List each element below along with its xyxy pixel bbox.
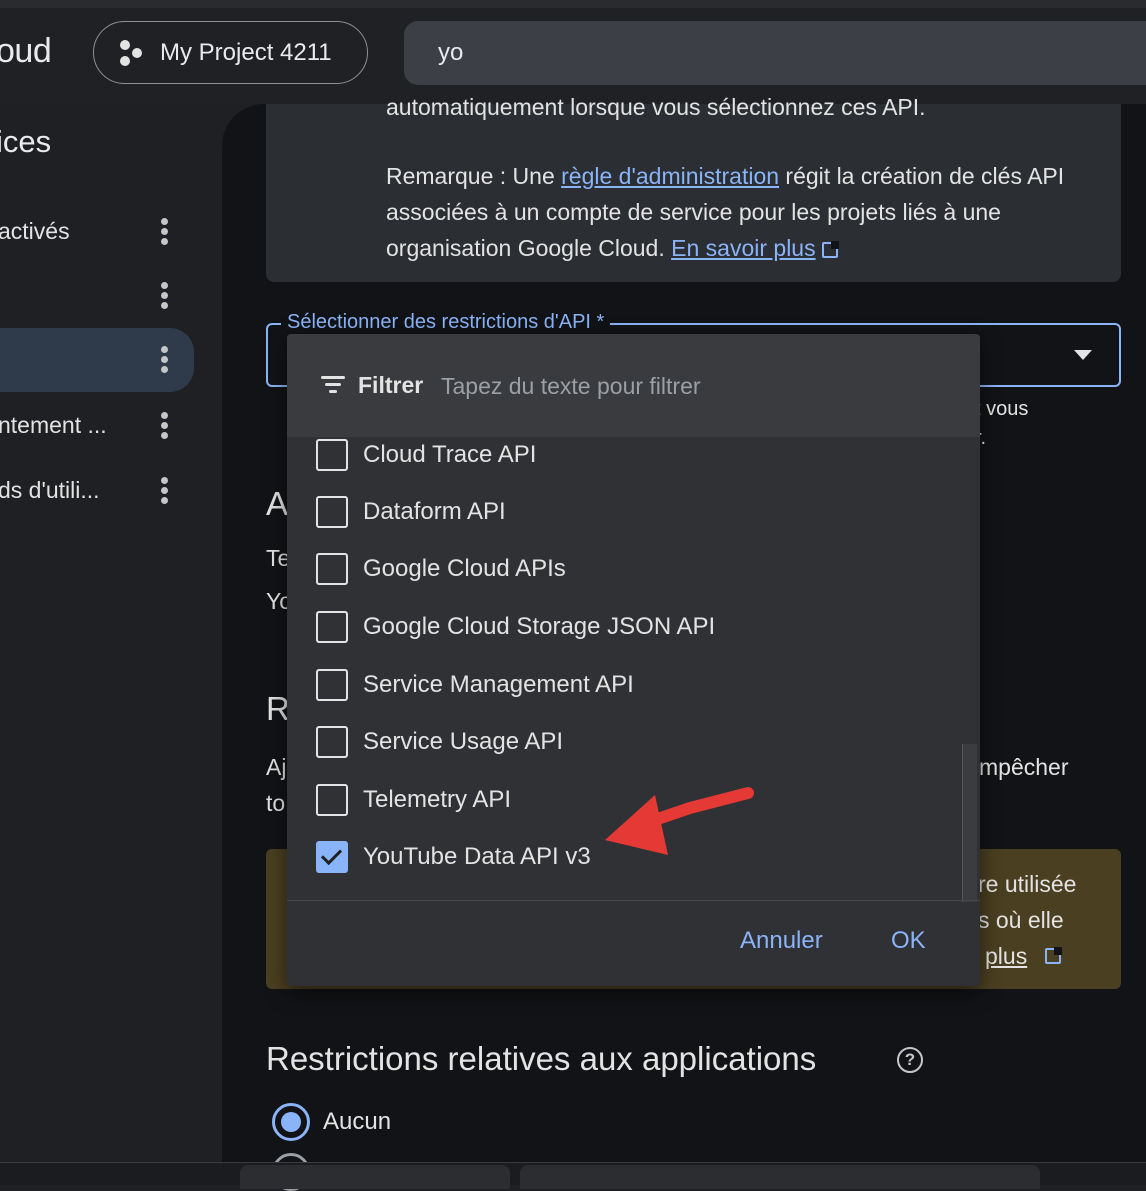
option-label: Google Cloud Storage JSON API <box>363 613 716 640</box>
checkbox[interactable] <box>316 611 348 643</box>
section-heading-partial: A <box>266 485 289 522</box>
checkbox[interactable] <box>316 439 348 471</box>
search-input[interactable]: yo <box>404 21 1146 85</box>
filter-bar[interactable]: Filtrer Tapez du texte pour filtrer <box>287 334 980 437</box>
option-cloud-trace-api[interactable]: Cloud Trace API <box>287 426 980 484</box>
checkbox[interactable] <box>316 496 348 528</box>
help-icon[interactable]: ? <box>897 1047 923 1073</box>
option-label: Google Cloud APIs <box>363 555 566 582</box>
sidebar-item-enabled-apis[interactable]: activés <box>0 200 194 264</box>
external-link-icon <box>821 241 839 258</box>
option-label: Telemetry API <box>363 786 512 813</box>
checkbox-checked[interactable] <box>316 841 348 873</box>
brand-logo-text[interactable]: oud <box>0 32 52 71</box>
sidebar-item-label: ntement ... <box>0 412 107 438</box>
sidebar: ices activés ntement ... ds d'utili... <box>0 104 222 1184</box>
sidebar-item-label: activés <box>0 218 70 244</box>
taskbar-tab[interactable] <box>240 1165 510 1189</box>
api-filter-popup: Filtrer Tapez du texte pour filtrer Clou… <box>287 334 980 986</box>
project-hexagon-icon <box>116 39 144 67</box>
filter-label: Filtrer <box>358 372 424 398</box>
more-vert-icon[interactable] <box>161 280 169 312</box>
option-label: Cloud Trace API <box>363 441 537 468</box>
option-youtube-data-api-v3[interactable]: YouTube Data API v3 <box>287 828 980 886</box>
option-telemetry-api[interactable]: Telemetry API <box>287 771 980 829</box>
warning-text-peek: re utilisée <box>978 871 1077 897</box>
warning-text-peek: s où elle <box>978 907 1064 933</box>
dropdown-arrow-icon[interactable] <box>1074 350 1092 360</box>
option-cloud-storage-json-api[interactable]: Google Cloud Storage JSON API <box>287 598 980 656</box>
sidebar-item-credentials[interactable] <box>0 328 194 392</box>
info-note: Remarque : Une règle d'administration ré… <box>386 158 1096 266</box>
sidebar-item-label: ds d'utili... <box>0 477 100 503</box>
ok-button[interactable]: OK <box>891 927 926 955</box>
learn-more-link[interactable]: En savoir plus <box>671 235 815 261</box>
note-prefix: Remarque : Une <box>386 163 562 189</box>
search-value: yo <box>438 39 464 66</box>
app-restrictions-title: Restrictions relatives aux applications <box>266 1040 817 1077</box>
option-google-cloud-apis[interactable]: Google Cloud APIs <box>287 540 980 598</box>
option-label: Service Management API <box>363 671 634 698</box>
filter-input[interactable]: Tapez du texte pour filtrer <box>441 373 701 400</box>
option-service-management-api[interactable]: Service Management API <box>287 656 980 714</box>
admin-rule-link[interactable]: règle d'administration <box>561 163 779 189</box>
checkbox[interactable] <box>316 553 348 585</box>
option-dataform-api[interactable]: Dataform API <box>287 483 980 541</box>
more-vert-icon[interactable] <box>161 410 169 442</box>
checkbox[interactable] <box>316 669 348 701</box>
scrollbar-thumb[interactable] <box>962 744 977 902</box>
option-label: YouTube Data API v3 <box>363 843 591 870</box>
popup-divider <box>287 900 980 901</box>
option-label: Dataform API <box>363 498 506 525</box>
body-text-partial: Aj <box>266 754 287 780</box>
more-vert-icon[interactable] <box>161 344 169 376</box>
sidebar-title: ices <box>0 124 52 159</box>
taskbar-tab[interactable] <box>520 1165 1040 1189</box>
project-picker-button[interactable]: My Project 4211 <box>93 21 368 84</box>
radio-none[interactable] <box>272 1103 310 1141</box>
info-cut-line: automatiquement lorsque vous sélectionne… <box>386 94 926 120</box>
checkbox[interactable] <box>316 726 348 758</box>
hint-text-peek: t vous <box>975 398 1029 420</box>
more-vert-icon[interactable] <box>161 475 169 507</box>
radio-none-label: Aucun <box>323 1108 392 1135</box>
filter-icon <box>321 376 345 394</box>
more-vert-icon[interactable] <box>161 216 169 248</box>
sidebar-item-consent[interactable]: ntement ... <box>0 394 194 458</box>
checkbox[interactable] <box>316 784 348 816</box>
cancel-button[interactable]: Annuler <box>740 927 823 955</box>
warning-learn-more-link[interactable]: plus <box>985 943 1027 970</box>
external-link-icon <box>1045 947 1062 964</box>
info-box: automatiquement lorsque vous sélectionne… <box>266 94 1121 282</box>
sidebar-item-library[interactable] <box>0 264 194 328</box>
body-text-partial: to <box>266 790 286 816</box>
project-name: My Project 4211 <box>160 38 332 66</box>
option-service-usage-api[interactable]: Service Usage API <box>287 713 980 771</box>
api-restrictions-label: Sélectionner des restrictions d'API * <box>281 311 611 334</box>
option-label: Service Usage API <box>363 728 564 755</box>
browser-edge <box>0 0 1146 8</box>
body-text-peek: mpêcher <box>979 754 1069 780</box>
sidebar-item-terms[interactable]: ds d'utili... <box>0 459 194 523</box>
